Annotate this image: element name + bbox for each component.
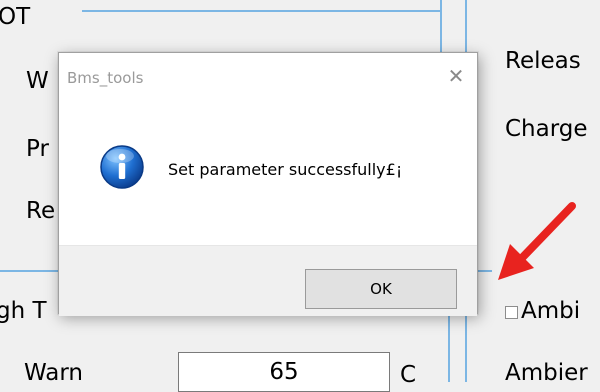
label-ambient: Ambi: [521, 298, 581, 324]
groupbox-top-line: [82, 10, 440, 12]
warn-value-text: 65: [269, 359, 299, 385]
info-icon: [100, 145, 144, 189]
close-button[interactable]: ✕: [441, 61, 471, 91]
warn-unit-label: C: [400, 362, 417, 388]
dialog-title: Bms_tools: [67, 69, 144, 87]
red-arrow-annotation: [498, 202, 576, 280]
ok-button[interactable]: OK: [305, 269, 457, 309]
label-re: Re: [26, 198, 56, 224]
groupbox-lower-top-line: [0, 270, 58, 272]
dialog-message: Set parameter successfully£¡: [168, 160, 403, 179]
ambient-checkbox[interactable]: [505, 306, 518, 319]
message-dialog: Bms_tools ✕ Set parameter successfully£¡…: [58, 52, 478, 316]
label-pr: Pr: [26, 136, 49, 162]
label-release: Releas: [505, 48, 581, 74]
warn-value-input[interactable]: 65: [178, 352, 390, 392]
ok-button-label: OK: [370, 280, 392, 298]
label-w: W: [26, 68, 49, 94]
label-ot: OT: [0, 4, 31, 30]
label-high-t: gh T: [0, 298, 47, 324]
label-charge: Charge: [505, 116, 588, 142]
close-icon: ✕: [447, 64, 465, 88]
